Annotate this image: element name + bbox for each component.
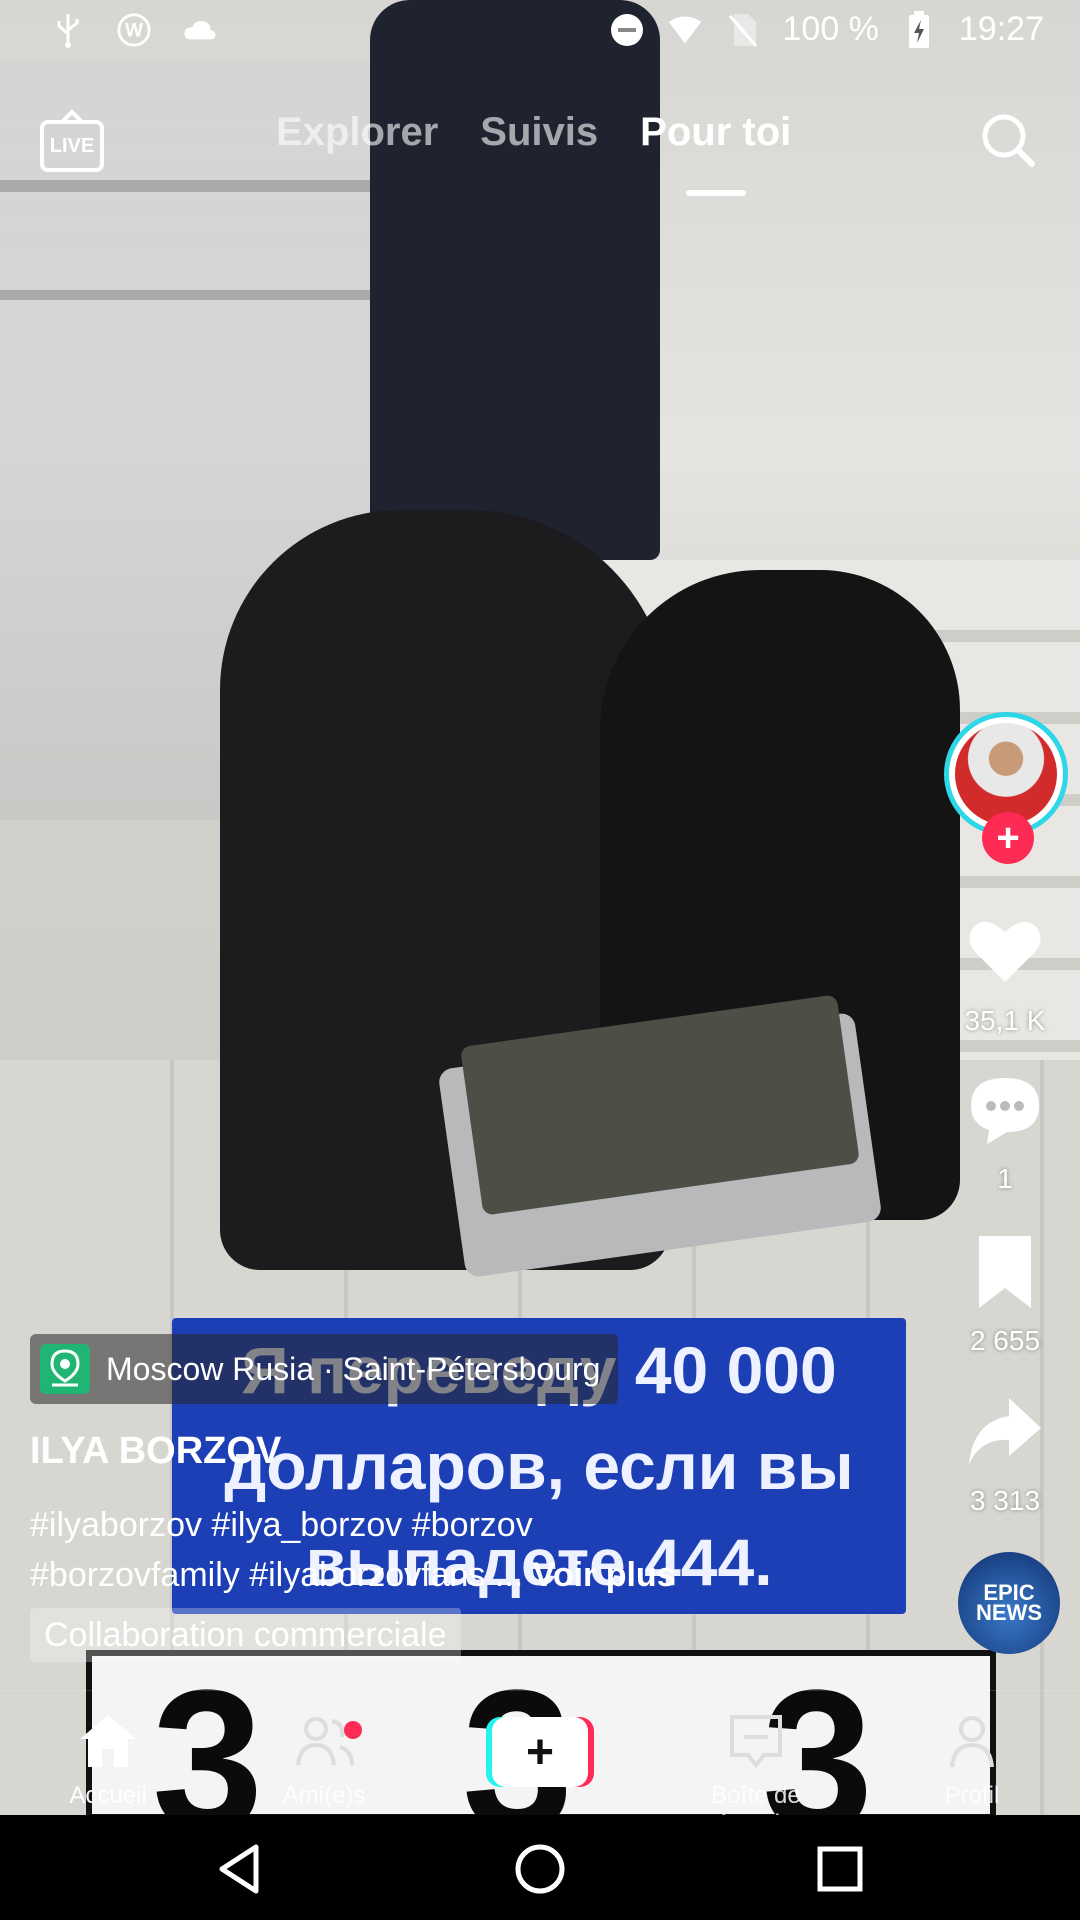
tab-pour-toi[interactable]: Pour toi: [640, 110, 791, 196]
location-pin-icon: [40, 1344, 90, 1394]
home-circle-icon[interactable]: [512, 1841, 568, 1897]
post-description: #ilyaborzov #ilya_borzov #borzov #borzov…: [30, 1500, 850, 1600]
description-line: #borzovfamily #ilyaborzovfans ...: [30, 1556, 524, 1594]
collab-badge[interactable]: Collaboration commerciale: [30, 1608, 461, 1662]
top-nav: LIVE Explorer Suivis Pour toi: [0, 100, 1080, 200]
search-button[interactable]: [978, 110, 1038, 170]
tab-friends[interactable]: Ami(e)s: [234, 1711, 414, 1810]
like-count: 35,1 K: [964, 1005, 1046, 1036]
comment-button[interactable]: 1: [930, 1070, 1080, 1195]
see-more-link[interactable]: Voir plus: [533, 1556, 676, 1594]
home-icon: [80, 1715, 136, 1767]
like-button[interactable]: 35,1 K: [930, 912, 1080, 1037]
search-icon: [982, 114, 1035, 167]
tab-suivis[interactable]: Suivis: [480, 110, 598, 155]
recents-icon[interactable]: [812, 1841, 868, 1897]
feed-tabs: Explorer Suivis Pour toi: [276, 110, 791, 196]
tab-home[interactable]: Accueil: [18, 1711, 198, 1810]
heart-icon: [969, 921, 1041, 982]
music-disc[interactable]: EPIC NEWS: [958, 1552, 1060, 1654]
profile-icon: [950, 1716, 994, 1768]
save-count: 2 655: [969, 1325, 1041, 1356]
system-nav-bar: [0, 1815, 1080, 1920]
location-label: Moscow Rusia · Saint-Pétersbourg: [106, 1350, 601, 1387]
comment-icon: [971, 1078, 1039, 1144]
no-sim-icon: [725, 12, 761, 48]
share-button[interactable]: 3 313: [930, 1392, 1080, 1517]
tab-label: Ami(e)s: [282, 1782, 366, 1809]
friends-icon: [296, 1717, 354, 1766]
battery-charging-icon: [901, 10, 937, 48]
save-button[interactable]: 2 655: [930, 1232, 1080, 1357]
tab-profile[interactable]: Profil: [882, 1711, 1062, 1810]
cloud-icon: [182, 12, 218, 48]
do-not-disturb-icon: [609, 12, 645, 48]
tab-label: Profil: [944, 1782, 1000, 1809]
location-tag[interactable]: Moscow Rusia · Saint-Pétersbourg: [30, 1334, 619, 1404]
notification-dot: [344, 1721, 362, 1739]
share-arrow-icon: [969, 1398, 1041, 1464]
clock: 19:27: [958, 10, 1044, 48]
svg-text:W: W: [125, 21, 143, 42]
create-button[interactable]: +: [486, 1717, 594, 1787]
bookmark-icon: [979, 1236, 1031, 1308]
inbox-icon: [730, 1715, 782, 1769]
back-icon[interactable]: [212, 1841, 268, 1897]
avatar: [955, 723, 1057, 825]
usb-icon: [50, 12, 86, 48]
share-count: 3 313: [969, 1485, 1041, 1516]
comment-count: 1: [997, 1163, 1013, 1194]
battery-percent: 100 %: [782, 10, 879, 48]
bottom-tab-bar: Accueil Ami(e)s + Boîte de récepti… Prof…: [0, 1690, 1080, 1837]
live-label: LIVE: [40, 120, 104, 172]
wifi-icon: [667, 12, 703, 48]
tab-explorer[interactable]: Explorer: [276, 110, 438, 155]
wordpress-icon: W: [116, 12, 152, 48]
tab-label: Accueil: [69, 1782, 147, 1809]
plus-icon: +: [492, 1717, 588, 1787]
description-line: #ilyaborzov #ilya_borzov #borzov: [30, 1506, 533, 1544]
status-bar: W 100 % 19:27: [0, 0, 1080, 66]
author-name[interactable]: ILYA BORZOV: [30, 1430, 281, 1473]
video-person-guard: [370, 0, 660, 560]
live-button[interactable]: LIVE: [40, 108, 104, 172]
music-disc-text: NEWS: [976, 1600, 1042, 1625]
follow-button[interactable]: +: [982, 812, 1034, 864]
